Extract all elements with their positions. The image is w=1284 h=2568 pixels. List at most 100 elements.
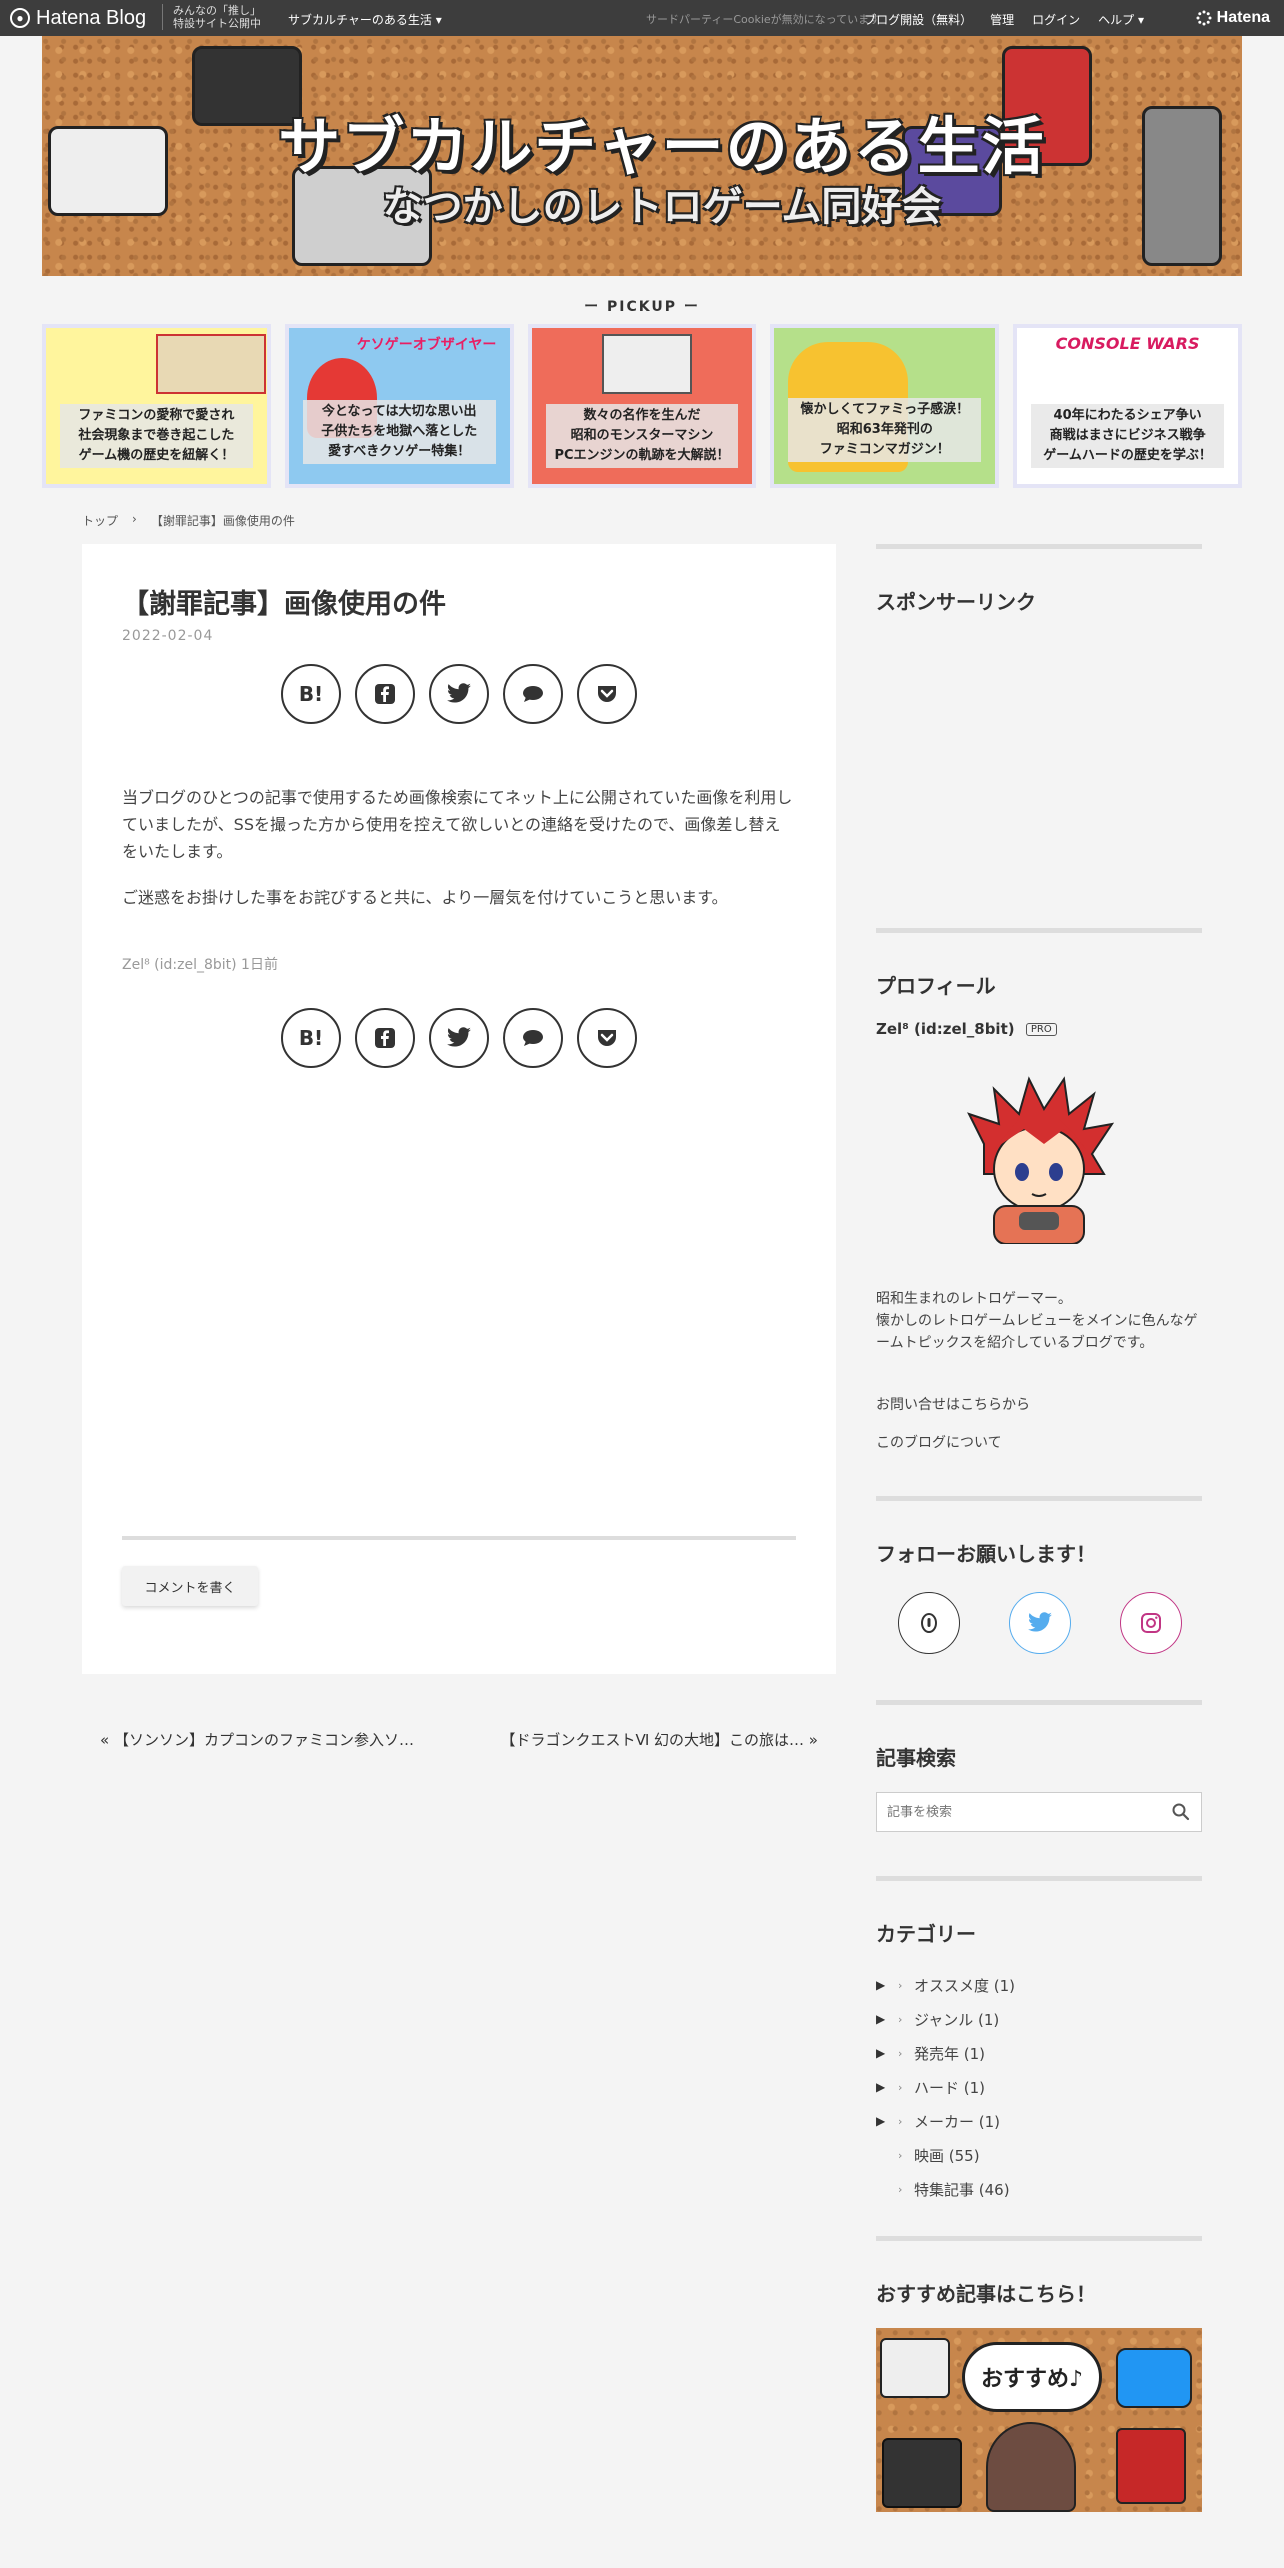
category-item[interactable]: ▶ › オススメ度 (1) — [876, 1968, 1015, 2002]
nav-start-blog[interactable]: ブログ開設（無料） — [864, 11, 972, 28]
category-item[interactable]: ▶ › ハード (1) — [876, 2070, 985, 2104]
pocket-icon[interactable] — [577, 664, 637, 724]
expand-triangle-icon[interactable]: ▶ — [876, 2012, 898, 2026]
hatena-follow-icon[interactable] — [898, 1592, 960, 1654]
search-input[interactable] — [887, 1802, 1147, 1822]
profile-description: 昭和生まれのレトロゲーマー。 懐かしのレトロゲームレビューをメインに色んなゲーム… — [876, 1291, 1198, 1351]
breadcrumb-current[interactable]: 【謝罪記事】画像使用の件 — [151, 512, 295, 529]
sponsor-title: スポンサーリンク — [876, 590, 1036, 614]
chevron-right-icon: › — [898, 2182, 903, 2196]
section-rule — [876, 1876, 1202, 1881]
chevron-right-icon: › — [898, 2012, 903, 2026]
category-label: 発売年 (1) — [914, 2044, 986, 2063]
section-rule — [876, 1496, 1202, 1501]
category-item[interactable]: ▶ › メーカー (1) — [876, 2104, 1000, 2138]
twitter-follow-icon[interactable] — [1009, 1592, 1071, 1654]
pickup-top-text: CONSOLE WARS — [1055, 334, 1200, 353]
pocket-icon[interactable] — [577, 1008, 637, 1068]
blog-title: サブカルチャーのある生活 — [278, 110, 1046, 183]
retro-console-illustration — [882, 2438, 962, 2508]
hatena-blog-logo[interactable]: ● Hatena Blog — [10, 6, 146, 30]
category-item[interactable]: ▶ › ジャンル (1) — [876, 2002, 999, 2036]
recommend-title: おすすめ記事はこちら！ — [876, 2282, 1096, 2306]
follow-title: フォローお願いします！ — [876, 1542, 1096, 1566]
pickup-caption: 懐かしくてファミっ子感涙！ 昭和63年発刊の ファミコンマガジン！ — [788, 398, 982, 462]
switch-console-illustration — [1116, 2348, 1192, 2408]
famicom-box-image — [156, 334, 266, 394]
hatena-logo[interactable]: Hatena — [1196, 9, 1270, 27]
pickup-card[interactable]: 懐かしくてファミっ子感涙！ 昭和63年発刊の ファミコンマガジン！ — [770, 324, 1000, 488]
blog-subtitle: なつかしのレトロゲーム同好会 — [382, 184, 942, 230]
pickup-card[interactable]: 数々の名作を生んだ 昭和のモンスターマシン PCエンジンの軌跡を大解説！ — [527, 324, 757, 488]
hatena-wordmark: Hatena — [1216, 9, 1270, 26]
about-blog-link[interactable]: このブログについて — [876, 1432, 1002, 1452]
article-paragraph: ご迷惑をお掛けした事をお詫びすると共に、より一層気を付けていこうと思います。 — [122, 888, 728, 907]
retro-console-illustration — [1116, 2428, 1186, 2504]
comment-divider — [122, 1536, 796, 1540]
expand-triangle-icon[interactable]: ▶ — [876, 1978, 898, 1992]
article-date[interactable]: 2022-02-04 — [122, 628, 213, 644]
article-paragraph: 当ブログのひとつの記事で使用するため画像検索にてネット上に公開されていた画像を利… — [122, 788, 793, 861]
twitter-icon[interactable] — [429, 1008, 489, 1068]
comment-icon[interactable] — [503, 1008, 563, 1068]
retro-console-illustration — [1142, 106, 1222, 266]
chevron-right-icon: › — [898, 2148, 903, 2162]
expand-triangle-icon[interactable]: ▶ — [876, 2080, 898, 2094]
profile-avatar[interactable] — [964, 1074, 1114, 1244]
share-buttons-top: B! — [82, 664, 836, 724]
pickup-heading: ー PICKUP ー — [584, 299, 700, 315]
contact-link[interactable]: お問い合せはこちらから — [876, 1394, 1030, 1414]
twitter-icon[interactable] — [429, 664, 489, 724]
pickup-card[interactable]: ケソゲーオブザイヤー 今となっては大切な思い出 子供たちを地獄へ落とした 愛すべ… — [284, 324, 514, 488]
blog-header-banner[interactable]: サブカルチャーのある生活 なつかしのレトロゲーム同好会 — [42, 36, 1242, 276]
prev-article-link[interactable]: « 【ソンソン】カプコンのファミコン参入ソ… — [100, 1728, 420, 1753]
category-label: ジャンル (1) — [914, 2010, 1000, 2029]
facebook-icon[interactable] — [355, 664, 415, 724]
hatena-dots-icon — [1196, 10, 1212, 26]
search-box — [876, 1792, 1202, 1832]
nav-login[interactable]: ログイン — [1032, 11, 1080, 28]
pickup-caption: ファミコンの愛称で愛され 社会現象まで巻き起こした ゲーム機の歴史を紐解く！ — [60, 404, 253, 468]
top-nav: ブログ開設（無料） 管理 ログイン ヘルプ ▾ — [864, 11, 1144, 28]
recommend-banner[interactable]: おすすめ♪ — [876, 2328, 1202, 2512]
category-label: メーカー (1) — [914, 2112, 1001, 2131]
facebook-icon[interactable] — [355, 1008, 415, 1068]
retro-console-illustration — [880, 2338, 950, 2398]
category-item[interactable]: › 映画 (55) — [876, 2138, 980, 2172]
write-comment-button[interactable]: コメントを書く — [122, 1566, 258, 1606]
pickup-card[interactable]: CONSOLE WARS 40年にわたるシェア争い 商戦はまさにビジネス戦争 ゲ… — [1013, 324, 1242, 488]
hatena-bookmark-icon[interactable]: B! — [281, 664, 341, 724]
expand-triangle-icon[interactable]: ▶ — [876, 2046, 898, 2060]
follow-buttons — [898, 1592, 1182, 1654]
section-rule — [876, 1700, 1202, 1705]
section-rule — [876, 544, 1202, 549]
pickup-caption: 40年にわたるシェア争い 商戦はまさにビジネス戦争 ゲームハードの歴史を学ぶ！ — [1031, 404, 1224, 468]
promo-banner[interactable]: みんなの「推し」 特設サイト公開中 — [162, 4, 261, 30]
profile-name[interactable]: Zel⁸ (id:zel_8bit) PRO — [876, 1020, 1057, 1038]
next-article-link[interactable]: 【ドラゴンクエストⅥ 幻の大地】この旅は… » — [500, 1728, 818, 1753]
category-item[interactable]: › 特集記事 (46) — [876, 2172, 1010, 2206]
nav-help[interactable]: ヘルプ ▾ — [1098, 11, 1144, 28]
hatena-bookmark-icon[interactable]: B! — [281, 1008, 341, 1068]
comment-icon[interactable] — [503, 664, 563, 724]
instagram-follow-icon[interactable] — [1120, 1592, 1182, 1654]
breadcrumb-separator: › — [132, 512, 137, 526]
breadcrumb-home[interactable]: トップ — [82, 512, 118, 529]
article-author[interactable]: Zel⁸ (id:zel_8bit) 1日前 — [122, 954, 278, 974]
category-item[interactable]: ▶ › 発売年 (1) — [876, 2036, 985, 2070]
chevron-right-icon: › — [898, 2080, 903, 2094]
retro-console-illustration — [48, 126, 168, 216]
article-title[interactable]: 【謝罪記事】画像使用の件 — [122, 582, 446, 621]
pickup-caption: 数々の名作を生んだ 昭和のモンスターマシン PCエンジンの軌跡を大解説！ — [545, 404, 739, 468]
pickup-card[interactable]: ファミコンの愛称で愛され 社会現象まで巻き起こした ゲーム機の歴史を紐解く！ — [42, 324, 271, 488]
nav-admin[interactable]: 管理 — [990, 11, 1014, 28]
promo-line-1: みんなの「推し」 — [173, 4, 261, 17]
profile-title: プロフィール — [876, 974, 996, 998]
pickup-top-text: ケソゲーオブザイヤー — [356, 337, 497, 353]
section-rule — [876, 2236, 1202, 2241]
blog-menu-dropdown[interactable]: サブカルチャーのある生活 ▾ — [288, 11, 442, 28]
recommend-bubble: おすすめ♪ — [962, 2342, 1102, 2412]
category-label: オススメ度 (1) — [914, 1976, 1016, 1995]
expand-triangle-icon[interactable]: ▶ — [876, 2114, 898, 2128]
search-icon[interactable] — [1171, 1802, 1191, 1822]
